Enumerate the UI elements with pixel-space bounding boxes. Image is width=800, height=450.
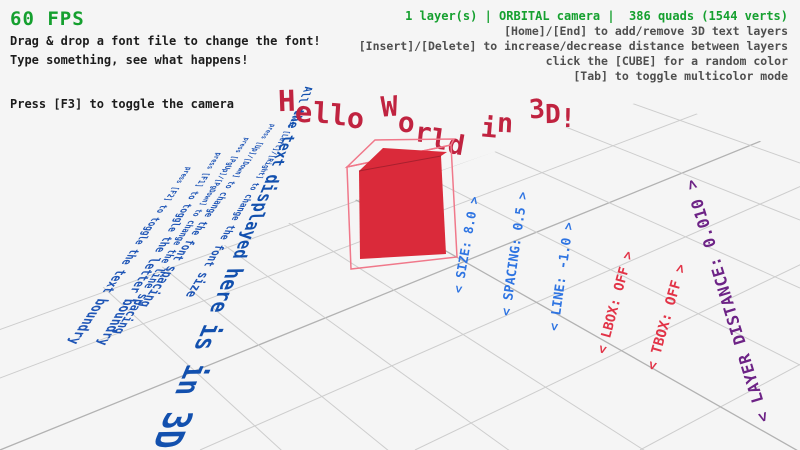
app-window: press [F2] to toggle the text boundry pr… (0, 0, 800, 450)
fps-counter: 60 FPS (10, 8, 85, 30)
status-bar: 1 layer(s) | ORBITAL camera | 386 quads … (359, 8, 788, 24)
hint-drag-drop-font: Drag & drop a font file to change the fo… (10, 32, 321, 51)
hint-layer-distance: [Insert]/[Delete] to increase/decrease d… (359, 39, 788, 54)
hint-type-something: Type something, see what happens! (10, 51, 321, 70)
instructions-left: Drag & drop a font file to change the fo… (10, 32, 321, 114)
hint-add-remove-layers: [Home]/[End] to add/remove 3D text layer… (359, 24, 788, 39)
cube[interactable] (330, 130, 480, 280)
wave-3d-text: Hello World in 3D! (278, 84, 576, 118)
hint-toggle-camera: Press [F3] to toggle the camera (10, 95, 321, 114)
instructions-right: 1 layer(s) | ORBITAL camera | 386 quads … (359, 8, 788, 84)
hint-multicolor: [Tab] to toggle multicolor mode (359, 69, 788, 84)
hint-cube-color: click the [CUBE] for a random color (359, 54, 788, 69)
